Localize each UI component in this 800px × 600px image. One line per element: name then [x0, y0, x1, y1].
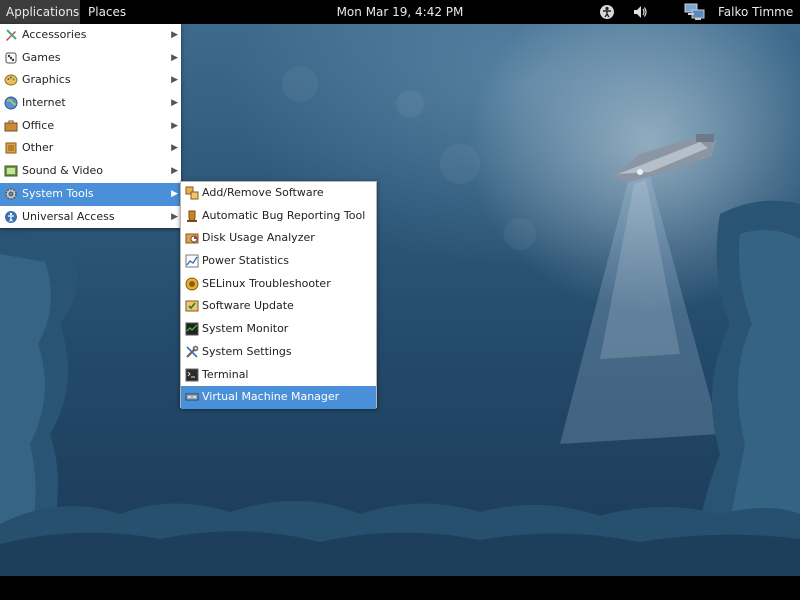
top-panel: Applications Places Mon Mar 19, 4:42 PM … — [0, 0, 800, 24]
menu-item-office[interactable]: Office ▶ — [0, 115, 181, 138]
menu-item-selinux-troubleshooter[interactable]: SELinux Troubleshooter — [181, 273, 376, 296]
sound-video-icon — [4, 165, 18, 177]
software-update-icon — [185, 300, 199, 312]
submenu-arrow-icon: ▶ — [171, 30, 178, 40]
menu-item-label: Games — [22, 50, 61, 64]
menu-item-disk-usage-analyzer[interactable]: Disk Usage Analyzer — [181, 227, 376, 250]
network-icon[interactable] — [684, 3, 706, 21]
menu-item-universal-access[interactable]: Universal Access ▶ — [0, 206, 181, 229]
menu-item-terminal[interactable]: Terminal — [181, 364, 376, 387]
submenu-arrow-icon: ▶ — [171, 98, 178, 109]
menu-item-label: Internet — [22, 96, 66, 110]
menu-item-label: System Tools — [22, 186, 94, 200]
menu-item-label: Add/Remove Software — [202, 186, 324, 199]
bug-report-icon — [187, 210, 197, 222]
submenu-arrow-icon: ▶ — [171, 75, 178, 86]
submenu-arrow-icon: ▶ — [171, 211, 178, 222]
user-menu[interactable]: Falko Timme — [718, 0, 793, 24]
package-icon — [185, 186, 199, 200]
menu-item-software-update[interactable]: Software Update — [181, 295, 376, 318]
menu-item-system-settings[interactable]: System Settings — [181, 341, 376, 364]
menu-item-other[interactable]: Other ▶ — [0, 137, 181, 160]
menu-item-label: Virtual Machine Manager — [202, 390, 340, 404]
menu-item-accessories[interactable]: Accessories ▶ — [0, 24, 181, 47]
menu-item-label: Software Update — [202, 299, 294, 313]
menu-item-system-monitor[interactable]: System Monitor — [181, 318, 376, 341]
menu-item-label: Disk Usage Analyzer — [202, 231, 315, 245]
menu-item-label: Power Statistics — [202, 254, 290, 268]
system-tools-submenu: Add/Remove Software Automatic Bug Report… — [180, 181, 377, 409]
applications-menu-button[interactable]: Applications — [0, 0, 80, 24]
menu-item-add-remove-software[interactable]: Add/Remove Software — [181, 182, 376, 205]
menu-item-label: SELinux Troubleshooter — [202, 276, 331, 290]
menu-item-label: Other — [22, 141, 54, 155]
graphics-icon — [4, 74, 18, 86]
universal-access-icon — [5, 210, 17, 223]
submenu-arrow-icon: ▶ — [171, 188, 178, 199]
other-icon — [5, 142, 17, 154]
menu-item-sound-video[interactable]: Sound & Video ▶ — [0, 160, 181, 183]
office-icon — [4, 120, 18, 132]
menu-item-label: Universal Access — [22, 209, 115, 223]
bottom-panel — [0, 576, 800, 600]
menu-item-label: Sound & Video — [22, 164, 104, 178]
menu-item-label: Office — [22, 118, 55, 132]
accessories-icon — [6, 29, 17, 41]
menu-item-system-tools[interactable]: System Tools ▶ — [0, 182, 181, 206]
terminal-icon — [185, 368, 199, 381]
menu-item-label: System Settings — [202, 344, 292, 358]
menu-item-label: System Monitor — [202, 322, 289, 336]
menu-item-label: Automatic Bug Reporting Tool — [202, 208, 366, 222]
submarine-shape — [612, 134, 716, 182]
system-tools-icon — [5, 188, 17, 200]
virtual-machine-icon — [185, 393, 199, 401]
selinux-icon — [185, 277, 199, 291]
places-menu-button[interactable]: Places — [82, 0, 132, 24]
applications-menu: Accessories ▶ Games ▶ Graphics ▶ Interne… — [0, 24, 181, 228]
submenu-arrow-icon: ▶ — [171, 143, 178, 154]
accessibility-icon[interactable] — [598, 3, 616, 21]
disk-usage-icon — [185, 233, 199, 244]
volume-icon[interactable] — [631, 3, 649, 21]
settings-tools-icon — [186, 345, 199, 358]
submenu-arrow-icon: ▶ — [171, 166, 178, 177]
submenu-arrow-icon: ▶ — [171, 120, 178, 131]
internet-icon — [4, 96, 18, 110]
menu-item-power-statistics[interactable]: Power Statistics — [181, 250, 376, 273]
menu-item-label: Graphics — [22, 73, 71, 87]
menu-item-label: Accessories — [22, 28, 87, 41]
menu-item-games[interactable]: Games ▶ — [0, 47, 181, 70]
games-icon — [5, 52, 17, 64]
menu-item-virtual-machine-manager[interactable]: Virtual Machine Manager — [181, 386, 376, 409]
menu-item-bug-reporting-tool[interactable]: Automatic Bug Reporting Tool — [181, 205, 376, 228]
power-statistics-icon — [185, 254, 199, 268]
menu-item-label: Terminal — [202, 367, 249, 381]
submenu-arrow-icon: ▶ — [171, 52, 178, 63]
menu-item-internet[interactable]: Internet ▶ — [0, 92, 181, 115]
clock[interactable]: Mon Mar 19, 4:42 PM — [332, 0, 468, 24]
menu-item-graphics[interactable]: Graphics ▶ — [0, 69, 181, 92]
system-monitor-icon — [185, 322, 199, 336]
